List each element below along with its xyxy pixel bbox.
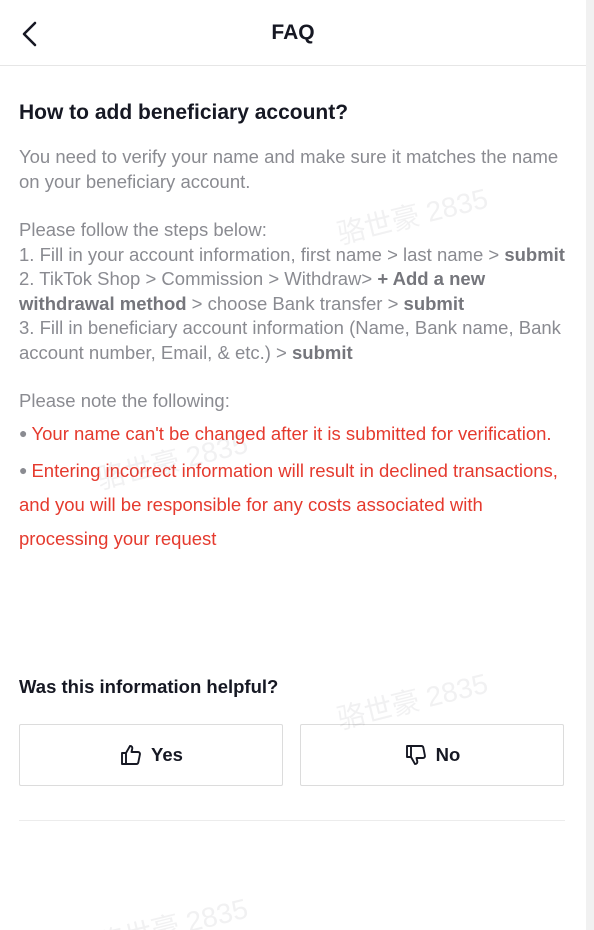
app-header: FAQ bbox=[0, 0, 586, 66]
step-2-text-a: 2. TikTok Shop > Commission > Withdraw> bbox=[19, 268, 378, 289]
warning-1-text: Your name can't be changed after it is s… bbox=[31, 422, 552, 444]
step-1: 1. Fill in your account information, fir… bbox=[19, 243, 565, 268]
bullet-icon: ● bbox=[19, 424, 28, 441]
step-1-submit: submit bbox=[504, 243, 565, 265]
thumbs-up-icon bbox=[121, 745, 141, 765]
step-3-text: 3. Fill in beneficiary account informati… bbox=[19, 317, 561, 363]
step-3-submit: submit bbox=[292, 341, 353, 363]
step-2-submit: submit bbox=[403, 292, 465, 314]
note-heading: Please note the following: bbox=[19, 390, 230, 411]
divider bbox=[19, 820, 565, 821]
helpful-question: Was this information helpful? bbox=[19, 676, 279, 697]
faq-question: How to add beneficiary account? bbox=[19, 101, 349, 124]
step-1-text: 1. Fill in your account information, fir… bbox=[19, 243, 505, 265]
thumbs-down-icon bbox=[405, 745, 426, 765]
steps-section: Please follow the steps below: 1. Fill i… bbox=[19, 218, 565, 365]
warning-1: ● Your name can't be changed after it is … bbox=[19, 416, 565, 451]
scrollbar[interactable] bbox=[586, 0, 594, 930]
no-button[interactable]: No bbox=[300, 724, 564, 786]
yes-label: Yes bbox=[151, 744, 183, 765]
steps-heading: Please follow the steps below: bbox=[19, 219, 267, 240]
step-2-text-b: > choose Bank transfer > bbox=[186, 292, 404, 314]
step-2: 2. TikTok Shop > Commission > Withdraw> … bbox=[19, 267, 565, 316]
bullet-icon: ● bbox=[19, 461, 28, 478]
no-label: No bbox=[435, 744, 461, 765]
step-3: 3. Fill in beneficiary account informati… bbox=[19, 316, 565, 365]
yes-button[interactable]: Yes bbox=[19, 724, 283, 786]
watermark: 骆世豪 2835 bbox=[93, 892, 251, 930]
page-title: FAQ bbox=[271, 21, 315, 44]
